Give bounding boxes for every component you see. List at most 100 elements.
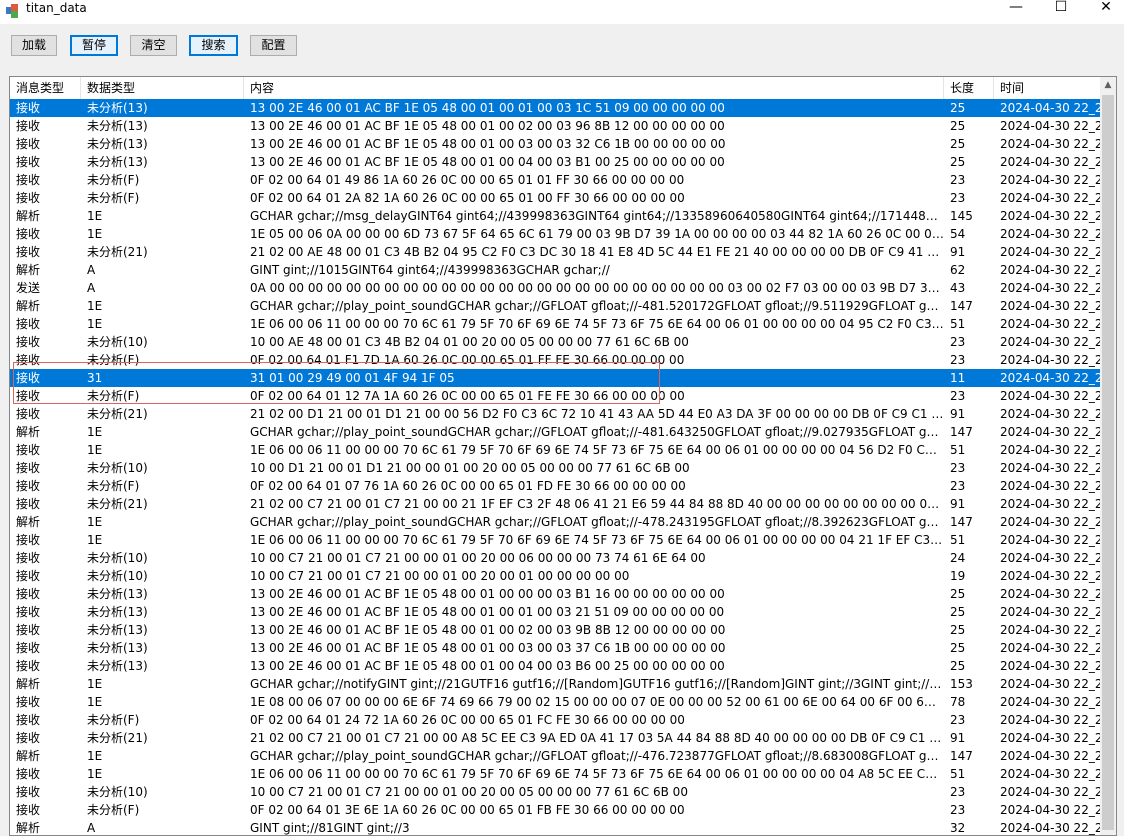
column-header-data-type[interactable]: 数据类型 [81,77,244,99]
cell-length: 23 [950,803,966,817]
cell-data-type: 未分析(10) [87,551,148,565]
maximize-button[interactable]: ☐ [1041,0,1081,14]
table-row[interactable]: 解析 1E GCHAR gchar;//notifyGINT gint;//21GU… [10,675,1100,693]
table-row[interactable]: 解析 1E GCHAR gchar;//play_point_soundGCHAR … [10,747,1100,765]
search-button[interactable]: 搜索 [189,35,238,56]
cell-data-type: 未分析(10) [87,335,148,349]
cell-length: 51 [950,767,966,781]
cell-time: 2024-04-30 22_23 [1000,803,1100,817]
table-row[interactable]: 接收 1E 1E 08 00 06 07 00 00 00 6E 6F 74 69 … [10,693,1100,711]
table-row[interactable]: 接收 1E 1E 06 00 06 11 00 00 00 70 6C 61 79 … [10,531,1100,549]
cell-length: 11 [950,371,966,385]
config-button[interactable]: 配置 [250,35,297,56]
cell-length: 43 [950,281,966,295]
minimize-button[interactable]: — [996,0,1036,14]
cell-data-type: 未分析(13) [87,119,148,133]
cell-content: 13 00 2E 46 00 01 AC BF 1E 05 48 00 01 0… [250,623,726,637]
table-row[interactable]: 接收 未分析(F) 0F 02 00 64 01 3E 6E 1A 60 26 0C… [10,801,1100,819]
cell-content: 13 00 2E 46 00 01 AC BF 1E 05 48 00 01 0… [250,587,725,601]
cell-data-type: 1E [87,515,103,529]
cell-content: 1E 06 00 06 11 00 00 00 70 6C 61 79 5F 7… [250,533,944,547]
table-row[interactable]: 接收 未分析(21) 21 02 00 C7 21 00 01 C7 21 00 0… [10,495,1100,513]
table-row[interactable]: 接收 未分析(10) 10 00 C7 21 00 01 C7 21 00 00 0… [10,567,1100,585]
table-row[interactable]: 接收 未分析(F) 0F 02 00 64 01 49 86 1A 60 26 0C… [10,171,1100,189]
message-list[interactable]: 消息类型 数据类型 内容 长度 时间 接收 未分析(13) 13 00 2E 46 … [9,76,1117,836]
table-row[interactable]: 解析 A GINT gint;//1015GINT64 gint64;//43999… [10,261,1100,279]
cell-length: 23 [950,173,966,187]
cell-time: 2024-04-30 22_23 [1000,623,1100,637]
table-row[interactable]: 解析 A GINT gint;//81GINT gint;//3 32 2024-04-… [10,819,1100,835]
table-row[interactable]: 接收 未分析(10) 10 00 C7 21 00 01 C7 21 00 00 0… [10,549,1100,567]
cell-msg-type: 解析 [16,209,41,223]
column-header-length[interactable]: 长度 [944,77,994,99]
table-row[interactable]: 发送 A 0A 00 00 00 00 00 00 00 00 00 00 00 0… [10,279,1100,297]
cell-time: 2024-04-30 22_23 [1000,749,1100,763]
table-row[interactable]: 接收 未分析(13) 13 00 2E 46 00 01 AC BF 1E 05 4… [10,117,1100,135]
cell-msg-type: 接收 [16,443,41,457]
cell-content: GCHAR gchar;//play_point_soundGCHAR gcha… [250,299,944,313]
table-row[interactable]: 接收 未分析(10) 10 00 D1 21 00 01 D1 21 00 00 0… [10,459,1100,477]
table-row[interactable]: 接收 未分析(13) 13 00 2E 46 00 01 AC BF 1E 05 4… [10,585,1100,603]
table-row[interactable]: 接收 未分析(F) 0F 02 00 64 01 2A 82 1A 60 26 0C… [10,189,1100,207]
cell-length: 23 [950,785,966,799]
cell-content: 0F 02 00 64 01 12 7A 1A 60 26 0C 00 00 6… [250,389,685,403]
cell-length: 24 [950,551,966,565]
cell-time: 2024-04-30 22_24 [1000,335,1100,349]
cell-length: 23 [950,353,966,367]
table-row[interactable]: 接收 1E 1E 06 00 06 11 00 00 00 70 6C 61 79 … [10,441,1100,459]
cell-content: 10 00 C7 21 00 01 C7 21 00 00 01 00 20 0… [250,569,630,583]
table-row[interactable]: 接收 未分析(13) 13 00 2E 46 00 01 AC BF 1E 05 4… [10,621,1100,639]
table-row[interactable]: 接收 31 31 01 00 29 49 00 01 4F 94 1F 05 11 20… [10,369,1100,387]
cell-content: 1E 05 00 06 0A 00 00 00 6D 73 67 5F 64 6… [250,227,944,241]
clear-button[interactable]: 清空 [130,35,177,56]
cell-time: 2024-04-30 22_24 [1000,137,1100,151]
table-row[interactable]: 接收 未分析(13) 13 00 2E 46 00 01 AC BF 1E 05 4… [10,99,1100,117]
scroll-thumb[interactable] [1102,95,1114,830]
vertical-scrollbar[interactable]: ▲ [1100,77,1116,835]
table-row[interactable]: 接收 未分析(21) 21 02 00 AE 48 00 01 C3 4B B2 0… [10,243,1100,261]
column-header-content[interactable]: 内容 [244,77,944,99]
table-row[interactable]: 解析 1E GCHAR gchar;//msg_delayGINT64 gint64… [10,207,1100,225]
load-button[interactable]: 加载 [11,35,57,56]
cell-msg-type: 接收 [16,407,41,421]
table-row[interactable]: 接收 未分析(13) 13 00 2E 46 00 01 AC BF 1E 05 4… [10,603,1100,621]
cell-length: 25 [950,605,966,619]
close-button[interactable]: ✕ [1086,0,1124,14]
table-row[interactable]: 接收 未分析(13) 13 00 2E 46 00 01 AC BF 1E 05 4… [10,135,1100,153]
column-header-time[interactable]: 时间 [994,77,1100,99]
table-row[interactable]: 接收 未分析(F) 0F 02 00 64 01 07 76 1A 60 26 0C… [10,477,1100,495]
column-header-msg-type[interactable]: 消息类型 [10,77,81,99]
table-row[interactable]: 接收 未分析(21) 21 02 00 C7 21 00 01 C7 21 00 0… [10,729,1100,747]
cell-msg-type: 接收 [16,137,41,151]
table-row[interactable]: 解析 1E GCHAR gchar;//play_point_soundGCHAR … [10,297,1100,315]
cell-length: 91 [950,497,966,511]
table-row[interactable]: 解析 1E GCHAR gchar;//play_point_soundGCHAR … [10,513,1100,531]
pause-button[interactable]: 暂停 [70,35,118,56]
table-row[interactable]: 接收 未分析(13) 13 00 2E 46 00 01 AC BF 1E 05 4… [10,153,1100,171]
table-row[interactable]: 解析 1E GCHAR gchar;//play_point_soundGCHAR … [10,423,1100,441]
cell-msg-type: 接收 [16,713,41,727]
cell-data-type: 1E [87,209,103,223]
list-rows: 接收 未分析(13) 13 00 2E 46 00 01 AC BF 1E 05 4… [10,99,1100,835]
cell-msg-type: 解析 [16,425,41,439]
table-row[interactable]: 接收 未分析(10) 10 00 C7 21 00 01 C7 21 00 00 0… [10,783,1100,801]
cell-time: 2024-04-30 22_23 [1000,371,1100,385]
scroll-up-icon[interactable]: ▲ [1100,77,1116,94]
table-row[interactable]: 接收 1E 1E 05 00 06 0A 00 00 00 6D 73 67 5F … [10,225,1100,243]
table-row[interactable]: 接收 未分析(13) 13 00 2E 46 00 01 AC BF 1E 05 4… [10,657,1100,675]
table-row[interactable]: 接收 未分析(21) 21 02 00 D1 21 00 01 D1 21 00 0… [10,405,1100,423]
table-row[interactable]: 接收 1E 1E 06 00 06 11 00 00 00 70 6C 61 79 … [10,765,1100,783]
cell-length: 91 [950,245,966,259]
table-row[interactable]: 接收 未分析(F) 0F 02 00 64 01 24 72 1A 60 26 0C… [10,711,1100,729]
cell-content: 13 00 2E 46 00 01 AC BF 1E 05 48 00 01 0… [250,641,726,655]
table-row[interactable]: 接收 未分析(F) 0F 02 00 64 01 12 7A 1A 60 26 0C… [10,387,1100,405]
table-row[interactable]: 接收 未分析(13) 13 00 2E 46 00 01 AC BF 1E 05 4… [10,639,1100,657]
cell-time: 2024-04-30 22_23 [1000,407,1100,421]
cell-length: 23 [950,479,966,493]
table-row[interactable]: 接收 1E 1E 06 00 06 11 00 00 00 70 6C 61 79 … [10,315,1100,333]
cell-content: 13 00 2E 46 00 01 AC BF 1E 05 48 00 01 0… [250,155,725,169]
app-icon [6,4,18,18]
cell-time: 2024-04-30 22_23 [1000,785,1100,799]
table-row[interactable]: 接收 未分析(10) 10 00 AE 48 00 01 C3 4B B2 04 0… [10,333,1100,351]
table-row[interactable]: 接收 未分析(F) 0F 02 00 64 01 F1 7D 1A 60 26 0C… [10,351,1100,369]
